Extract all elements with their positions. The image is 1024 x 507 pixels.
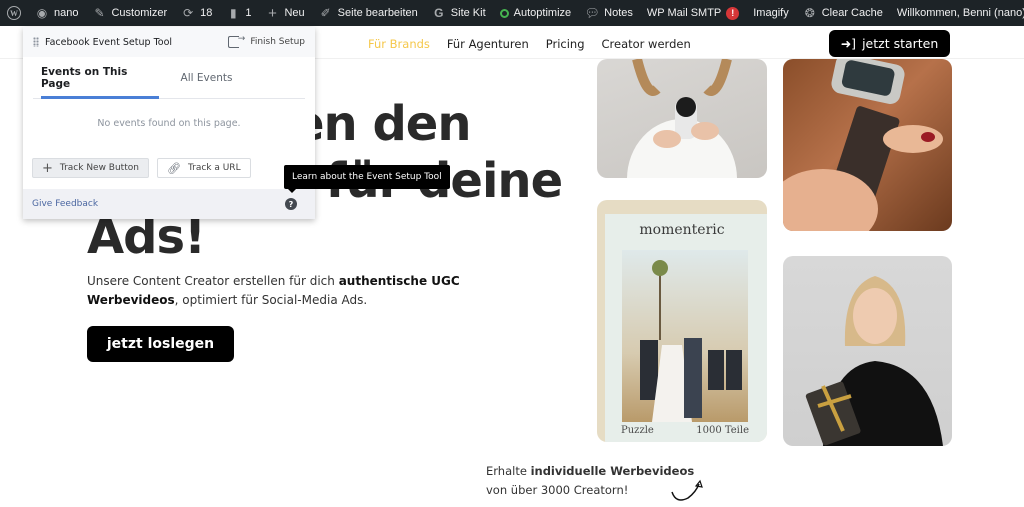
give-feedback-link[interactable]: Give Feedback: [32, 199, 98, 209]
wedding-illustration: [640, 260, 742, 422]
speech-bubble-icon: 💬︎: [584, 6, 600, 20]
empty-state-message: No events found on this page.: [97, 118, 241, 129]
hero-headline-line-3: Ads!: [87, 209, 206, 265]
fb-panel-header: Facebook Event Setup Tool Finish Setup: [23, 27, 315, 57]
fb-tabs: Events on This Page All Events: [33, 57, 305, 99]
rocket-cat-icon: ❂: [804, 6, 815, 20]
edit-page-label: Seite bearbeiten: [337, 7, 418, 19]
site-kit-menu[interactable]: G Site Kit: [425, 0, 493, 26]
tab-events-on-this-page[interactable]: Events on This Page: [41, 57, 159, 99]
nav-item-creator-werden[interactable]: Creator werden: [602, 37, 691, 51]
hero-subtitle: Unsere Content Creator erstellen für dic…: [87, 272, 467, 310]
bottom-tagline-line-2: von über 3000 Creatorn!: [486, 483, 629, 497]
nav-item-fuer-brands[interactable]: Für Brands: [368, 37, 430, 51]
imagify-menu[interactable]: Imagify: [746, 0, 795, 26]
bottom-bold: individuelle Werbevideos: [530, 464, 695, 478]
puzzle-label: Puzzle: [621, 425, 654, 436]
plus-icon: +: [42, 160, 53, 176]
nav-item-fuer-agenturen[interactable]: Für Agenturen: [447, 37, 529, 51]
gallery-image-woman-product: [597, 59, 767, 178]
brush-icon: ✎: [94, 6, 105, 20]
status-ring-icon: [499, 8, 509, 18]
bottom-tagline-line-1: Erhalte individuelle Werbevideos: [486, 462, 694, 481]
jetzt-loslegen-button[interactable]: jetzt loslegen: [87, 326, 234, 362]
customizer-label: Customizer: [111, 7, 168, 19]
notes-menu[interactable]: 💬︎ Notes: [578, 0, 640, 26]
wp-admin-bar: W ◉ nano ✎ Customizer ⟳ 18 ▮ 1 + Neu ✐ Seite b…: [0, 0, 1024, 26]
help-icon[interactable]: ?: [285, 198, 297, 210]
edit-page-link[interactable]: ✐ Seite bearbeiten: [312, 0, 425, 26]
wedding-photo: [622, 250, 748, 422]
gallery-image-watch-band: [783, 59, 952, 231]
gallery-image-woman-gift: [783, 256, 952, 446]
bottom-prefix: Erhalte: [486, 464, 531, 478]
google-g-icon: G: [434, 6, 444, 20]
comment-icon: ▮: [230, 6, 237, 20]
greeting: Willkommen, Benni (nano): [896, 7, 1024, 19]
clear-cache-label: Clear Cache: [821, 7, 883, 19]
track-new-button-label: Track New Button: [59, 163, 139, 173]
imagify-label: Imagify: [753, 7, 789, 19]
drag-handle-icon[interactable]: [33, 37, 39, 47]
track-url-button[interactable]: 🔗︎ Track a URL: [156, 158, 251, 178]
woman-gift-illustration: [805, 276, 943, 446]
wp-logo-menu[interactable]: W: [0, 0, 28, 26]
site-kit-label: Site Kit: [450, 7, 486, 19]
exit-icon: [228, 34, 245, 48]
alert-badge: !: [726, 6, 740, 20]
help-tooltip: Learn about the Event Setup Tool: [284, 165, 450, 193]
fb-panel-title: Facebook Event Setup Tool: [45, 36, 173, 48]
jetzt-starten-button[interactable]: ➜] jetzt starten: [829, 30, 950, 57]
hero-sub-suffix: , optimiert für Social-Media Ads.: [174, 293, 368, 307]
site-nav: Für Brands Für Agenturen Pricing Creator…: [368, 37, 691, 51]
notes-label: Notes: [604, 7, 633, 19]
updates-link[interactable]: ⟳ 18: [174, 0, 219, 26]
new-content-menu[interactable]: + Neu: [258, 0, 311, 26]
dashboard-icon: ◉: [36, 6, 48, 20]
updates-count: 18: [200, 7, 213, 19]
gallery-image-puzzle-box: momenteric Puzzle 1000 Teile: [597, 200, 767, 442]
hero-sub-prefix: Unsere Content Creator erstellen für dic…: [87, 274, 339, 288]
comments-link[interactable]: ▮ 1: [219, 0, 258, 26]
hand-drawn-arrow-icon: [671, 479, 703, 501]
autoptimize-menu[interactable]: Autoptimize: [493, 0, 578, 26]
autoptimize-label: Autoptimize: [513, 7, 572, 19]
jetzt-starten-label: jetzt starten: [862, 36, 939, 51]
puzzle-pieces-label: 1000 Teile: [696, 425, 749, 436]
fb-actions: + Track New Button 🔗︎ Track a URL: [32, 158, 251, 178]
site-name: nano: [54, 7, 79, 19]
hero-headline-line-1: en den: [292, 96, 472, 152]
nav-item-pricing[interactable]: Pricing: [546, 37, 585, 51]
track-new-button-button[interactable]: + Track New Button: [32, 158, 149, 178]
link-icon: 🔗︎: [166, 161, 181, 175]
plus-icon: +: [268, 4, 277, 22]
refresh-icon: ⟳: [183, 6, 194, 20]
woman-product-illustration: [627, 59, 737, 178]
bottom-tagline: Erhalte individuelle Werbevideos von übe…: [486, 462, 694, 500]
wp-mail-smtp-menu[interactable]: WP Mail SMTP!: [640, 0, 746, 26]
pencil-icon: ✐: [320, 6, 331, 20]
facebook-event-setup-tool: Facebook Event Setup Tool Finish Setup E…: [23, 27, 315, 219]
new-label: Neu: [284, 7, 305, 19]
site-name-menu[interactable]: ◉ nano: [28, 0, 85, 26]
tab-all-events[interactable]: All Events: [159, 57, 254, 98]
wp-mail-smtp-label: WP Mail SMTP: [646, 7, 722, 19]
clear-cache-menu[interactable]: ❂ Clear Cache: [796, 0, 890, 26]
login-arrow-icon: ➜]: [840, 36, 857, 51]
track-url-label: Track a URL: [187, 163, 241, 173]
wordpress-icon: W: [7, 6, 21, 20]
my-account-menu[interactable]: Willkommen, Benni (nano): [890, 0, 1024, 26]
finish-setup-button[interactable]: Finish Setup: [228, 34, 305, 48]
puzzle-brand: momenteric: [639, 222, 725, 238]
comments-count: 1: [245, 7, 252, 19]
fb-panel-footer: Give Feedback ?: [23, 189, 315, 219]
finish-setup-label: Finish Setup: [250, 37, 305, 47]
watch-illustration: [783, 59, 943, 231]
customizer-link[interactable]: ✎ Customizer: [85, 0, 174, 26]
